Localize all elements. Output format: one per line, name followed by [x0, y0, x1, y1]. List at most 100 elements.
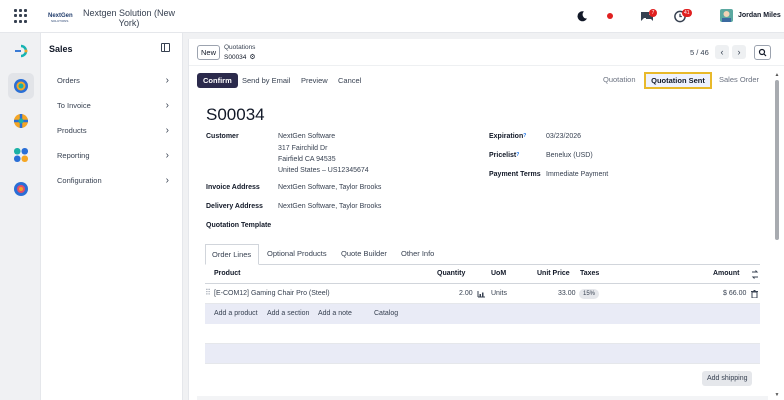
- form-paper: S00034 Customer NextGen Software 317 Fai…: [197, 96, 768, 396]
- row-quantity[interactable]: 2.00: [459, 290, 473, 297]
- inventory-app-icon[interactable]: [8, 142, 34, 168]
- row-unit-price[interactable]: 33.00: [558, 290, 576, 297]
- sidebar-item-label: To Invoice: [57, 101, 91, 110]
- gear-icon[interactable]: ⚙: [249, 54, 255, 61]
- add-note-link[interactable]: Add a note: [318, 310, 352, 317]
- help-tooltip-icon[interactable]: ?: [523, 133, 526, 139]
- breadcrumb-current-label: S00034: [224, 54, 247, 61]
- trash-icon[interactable]: [751, 290, 758, 298]
- chevron-right-icon: ›: [165, 100, 169, 111]
- chevron-right-icon: ›: [165, 125, 169, 136]
- top-navbar: NextGen SOLUTIONS Nextgen Solution (New …: [0, 0, 784, 33]
- add-section-link[interactable]: Add a section: [267, 310, 309, 317]
- discuss-app-icon[interactable]: [8, 73, 34, 99]
- order-lines-header: Product Quantity UoM Unit Price Taxes Am…: [205, 265, 760, 284]
- add-shipping-button[interactable]: Add shipping: [702, 371, 753, 386]
- avatar[interactable]: [720, 9, 733, 22]
- row-amount: $ 66.00: [723, 290, 747, 297]
- customer-label: Customer: [206, 133, 239, 140]
- search-icon: [758, 48, 767, 57]
- moon-icon[interactable]: [576, 10, 588, 23]
- breadcrumb-parent[interactable]: Quotations: [224, 44, 255, 51]
- sidebar-toggle-icon[interactable]: [161, 43, 170, 52]
- stage-quotation-sent[interactable]: Quotation Sent: [644, 72, 712, 89]
- user-name[interactable]: Jordan Miles: [738, 12, 781, 19]
- form-sheet: S00034 Customer NextGen Software 317 Fai…: [197, 96, 768, 400]
- tab-order-lines[interactable]: Order Lines: [205, 244, 259, 265]
- customer-address-line: 317 Fairchild Dr: [278, 145, 328, 152]
- scroll-down-arrow[interactable]: ▼: [774, 392, 780, 398]
- customer-address-line: United States – US12345674: [278, 167, 369, 174]
- invoice-address-field[interactable]: NextGen Software, Taylor Brooks: [278, 184, 381, 191]
- customer-address-line: Fairfield CA 94535: [278, 156, 336, 163]
- crm-app-icon[interactable]: [8, 108, 34, 134]
- column-quantity[interactable]: Quantity: [437, 270, 465, 277]
- search-button[interactable]: [754, 45, 771, 60]
- apps-grid-icon[interactable]: [14, 9, 28, 23]
- send-by-email-button[interactable]: Send by Email: [242, 73, 290, 88]
- sidebar-item-to-invoice[interactable]: To Invoice ›: [57, 99, 169, 113]
- sales-app-icon[interactable]: [8, 38, 34, 64]
- record-name: S00034: [206, 105, 265, 124]
- column-amount[interactable]: Amount: [713, 270, 739, 277]
- pager-value[interactable]: 5 / 46: [690, 48, 709, 57]
- new-button[interactable]: New: [197, 45, 220, 60]
- drag-handle-icon[interactable]: ⠿: [205, 288, 211, 297]
- preview-button[interactable]: Preview: [301, 73, 328, 88]
- payment-terms-field[interactable]: Immediate Payment: [546, 171, 608, 178]
- tab-quote-builder[interactable]: Quote Builder: [335, 244, 393, 265]
- column-unit-price[interactable]: Unit Price: [537, 270, 570, 277]
- table-row[interactable]: ⠿ [E-COM12] Gaming Chair Pro (Steel) 2.0…: [205, 284, 760, 304]
- control-panel: New Quotations S00034 ⚙ 5 / 46 ‹ ›: [189, 39, 784, 66]
- forecast-chart-icon[interactable]: [477, 290, 486, 298]
- sidebar-item-label: Products: [57, 126, 87, 135]
- column-settings-icon[interactable]: [751, 270, 759, 279]
- pricelist-field[interactable]: Benelux (USD): [546, 152, 593, 159]
- settings-app-icon[interactable]: [8, 176, 34, 202]
- delivery-address-field[interactable]: NextGen Software, Taylor Brooks: [278, 203, 381, 210]
- sidebar-item-products[interactable]: Products ›: [57, 124, 169, 138]
- column-product[interactable]: Product: [214, 270, 240, 277]
- sidebar-item-label: Orders: [57, 76, 80, 85]
- sidebar-item-configuration[interactable]: Configuration ›: [57, 174, 169, 188]
- pager-next-button[interactable]: ›: [732, 45, 746, 59]
- scroll-thumb[interactable]: [775, 80, 779, 240]
- row-tax-badge[interactable]: 15%: [579, 289, 600, 299]
- column-taxes[interactable]: Taxes: [580, 270, 599, 277]
- tab-optional-products[interactable]: Optional Products: [261, 244, 333, 265]
- tab-other-info[interactable]: Other Info: [395, 244, 440, 265]
- help-tooltip-icon[interactable]: ?: [516, 152, 519, 158]
- stage-quotation[interactable]: Quotation: [603, 75, 636, 85]
- column-uom[interactable]: UoM: [491, 270, 506, 277]
- activity-badge: 41: [682, 9, 692, 17]
- catalog-link[interactable]: Catalog: [374, 310, 398, 317]
- pager-previous-button[interactable]: ‹: [715, 45, 729, 59]
- expiration-label: Expiration?: [489, 133, 526, 140]
- expiration-label-text: Expiration: [489, 133, 524, 140]
- scroll-up-arrow[interactable]: ▲: [774, 72, 780, 78]
- expiration-field[interactable]: 03/23/2026: [546, 133, 581, 140]
- scrollbar[interactable]: ▲ ▼: [774, 72, 780, 400]
- sidebar-item-label: Configuration: [57, 176, 102, 185]
- sidebar-item-label: Reporting: [57, 151, 90, 160]
- notebook-tabs: Order Lines Optional Products Quote Buil…: [205, 244, 760, 265]
- row-product[interactable]: [E-COM12] Gaming Chair Pro (Steel): [214, 290, 330, 297]
- sidebar-item-reporting[interactable]: Reporting ›: [57, 149, 169, 163]
- status-dot-icon[interactable]: [607, 13, 613, 19]
- company-name[interactable]: Nextgen Solution (New York): [81, 8, 177, 28]
- delivery-address-label: Delivery Address: [206, 203, 263, 210]
- stage-sales-order[interactable]: Sales Order: [719, 75, 759, 85]
- cancel-button[interactable]: Cancel: [338, 73, 361, 88]
- svg-text:SOLUTIONS: SOLUTIONS: [51, 19, 68, 23]
- row-uom[interactable]: Units: [491, 290, 507, 297]
- empty-row: [205, 324, 760, 344]
- add-line-row: Add a product Add a section Add a note C…: [205, 304, 760, 324]
- customer-name[interactable]: NextGen Software: [278, 133, 335, 140]
- add-product-link[interactable]: Add a product: [214, 310, 258, 317]
- chevron-right-icon: ›: [165, 75, 169, 86]
- chevron-right-icon: ›: [165, 175, 169, 186]
- company-logo: NextGen SOLUTIONS: [48, 13, 73, 23]
- sidebar-item-orders[interactable]: Orders ›: [57, 74, 169, 88]
- pricelist-label: Pricelist?: [489, 152, 519, 159]
- confirm-button[interactable]: Confirm: [197, 73, 238, 88]
